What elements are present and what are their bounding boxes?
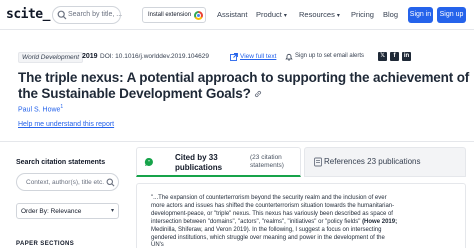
- doi-text: DOI: 10.1016/j.worlddev.2019.104629: [100, 53, 210, 60]
- citation-quote-tail: Medinilla, Shiferaw, and Veron 2019). In…: [151, 226, 385, 248]
- citation-highlight[interactable]: (Howe 2019;: [362, 219, 397, 225]
- citation-quote: "...The expansion of counterterrorism be…: [151, 195, 399, 248]
- linkedin-icon[interactable]: in: [402, 52, 411, 61]
- citation-statement-card: "...The expansion of counterterrorism be…: [136, 183, 466, 248]
- nav-pricing[interactable]: Pricing: [351, 10, 374, 19]
- paper-sections-heading: PAPER SECTIONS: [16, 241, 75, 247]
- citation-quote-text: "...The expansion of counterterrorism be…: [151, 195, 395, 225]
- chevron-down-icon: ▾: [283, 13, 287, 19]
- search-icon: [57, 10, 67, 20]
- header-search-input[interactable]: Search by title, ...: [52, 6, 123, 24]
- external-link-icon: [230, 53, 238, 61]
- chrome-icon: [194, 11, 203, 20]
- paper-title: The triple nexus: A potential approach t…: [18, 70, 470, 101]
- paper-meta-row: World Development 2019 DOI: 10.1016/j.wo…: [18, 52, 458, 64]
- chevron-down-icon: ▾: [336, 13, 340, 19]
- nav-product[interactable]: Product ▾: [256, 10, 287, 19]
- view-full-text-link[interactable]: View full text: [240, 53, 276, 60]
- author-affiliation-index: 1: [60, 104, 64, 110]
- citation-search-placeholder: Context, author(s), title etc.: [26, 179, 105, 186]
- link-icon[interactable]: [254, 90, 262, 98]
- citation-tabs: “ Cited by 33 publications (23 citation …: [136, 147, 466, 177]
- scite-logo[interactable]: scite_: [6, 7, 50, 22]
- nav-assistant[interactable]: Assistant: [217, 10, 247, 19]
- paper-title-text: The triple nexus: A potential approach t…: [18, 70, 470, 101]
- install-extension-label: Install extension: [148, 12, 192, 18]
- email-alerts-link[interactable]: Sign up to set email alerts: [295, 53, 364, 59]
- tab-references[interactable]: References 23 publications: [304, 147, 466, 177]
- search-citation-statements-heading: Search citation statements: [16, 159, 106, 166]
- publication-year: 2019: [82, 53, 98, 60]
- facebook-icon[interactable]: f: [390, 52, 399, 61]
- citation-search-input[interactable]: Context, author(s), title etc.: [16, 173, 119, 191]
- quote-icon: “: [144, 157, 153, 166]
- nav-product-label: Product: [256, 10, 282, 19]
- references-icon: [314, 157, 322, 167]
- header-search-placeholder: Search by title, ...: [68, 11, 123, 18]
- chevron-down-icon: ▾: [110, 208, 114, 214]
- search-icon[interactable]: [106, 178, 115, 187]
- nav-blog[interactable]: Blog: [383, 10, 398, 19]
- order-by-value: Order By: Relevance: [21, 208, 82, 215]
- journal-badge[interactable]: World Development: [18, 52, 84, 63]
- bell-icon: [285, 53, 293, 61]
- order-by-select[interactable]: Order By: Relevance ▾: [16, 203, 119, 219]
- nav-resources-label: Resources: [299, 10, 335, 19]
- author-link[interactable]: Paul S. Howe1: [18, 104, 63, 113]
- references-count: References 23 publications: [324, 157, 421, 166]
- section-divider: [0, 141, 474, 142]
- sign-in-button[interactable]: Sign in: [408, 7, 433, 23]
- svg-text:“: “: [148, 160, 151, 166]
- install-extension-button[interactable]: Install extension: [142, 7, 206, 23]
- tab-cited-by[interactable]: “ Cited by 33 publications (23 citation …: [136, 147, 301, 177]
- cited-by-count: Cited by 33 publications: [175, 153, 223, 172]
- help-understand-report-link[interactable]: Help me understand this report: [18, 121, 114, 128]
- nav-resources[interactable]: Resources ▾: [299, 10, 340, 19]
- sign-up-button[interactable]: Sign up: [437, 7, 466, 23]
- twitter-icon[interactable]: 𝕏: [378, 52, 387, 61]
- top-navbar: scite_ Search by title, ... Install exte…: [0, 0, 474, 30]
- citation-statements-count: (23 citation statements): [250, 154, 284, 169]
- author-name: Paul S. Howe: [18, 106, 61, 114]
